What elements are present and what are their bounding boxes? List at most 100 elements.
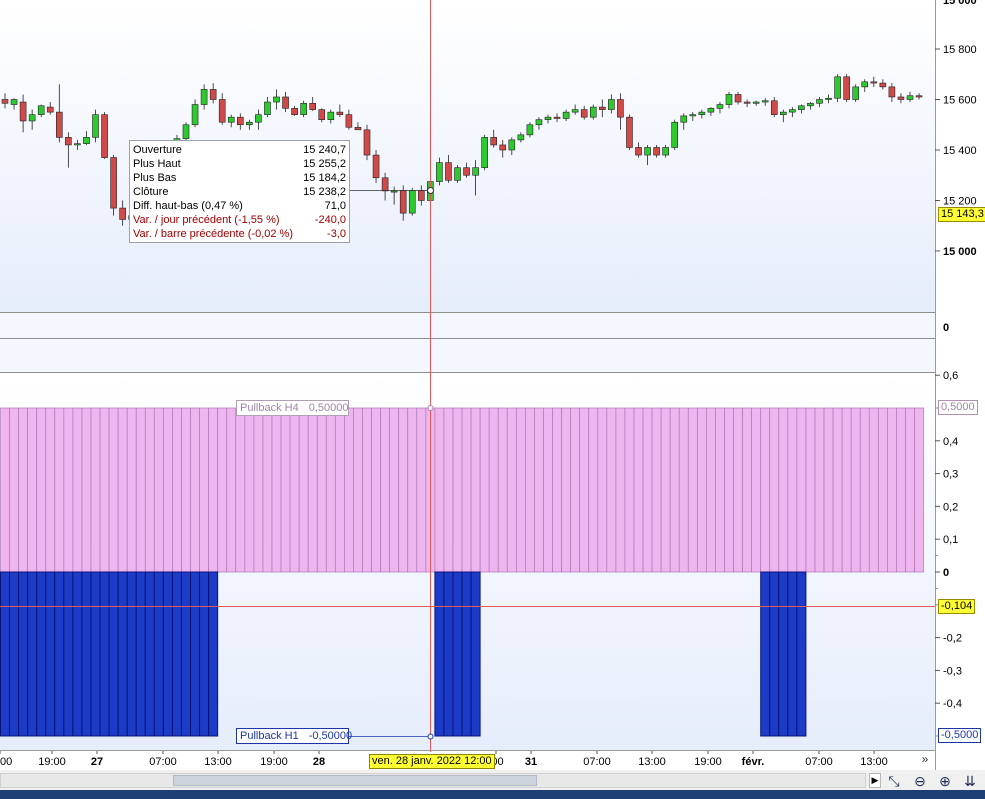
candle-body <box>74 143 81 146</box>
candle-body <box>182 124 190 139</box>
pullback-h4-bar <box>398 407 409 573</box>
pullback-h4-bar <box>108 407 119 573</box>
pullback-h4-bar <box>651 407 662 573</box>
candle-body <box>83 137 90 144</box>
pullback-h4-bar <box>715 407 725 573</box>
pullback-h4-bar <box>832 407 843 573</box>
scroll-to-end-icon[interactable]: ⇊ <box>960 772 980 790</box>
pullback-h4-bar <box>90 407 101 573</box>
horizontal-scrollbar[interactable] <box>0 773 866 788</box>
candle-body <box>626 116 633 148</box>
pullback-h4-bar <box>344 407 354 573</box>
pullback-h4-bar <box>45 407 56 573</box>
candle-body <box>680 115 688 123</box>
pullback-h1-bar <box>796 571 807 737</box>
pullback-h1-bar <box>769 571 780 737</box>
pullback-h4-bar <box>868 407 879 573</box>
candle-body <box>608 99 615 110</box>
pullback-h4-bar <box>380 407 390 573</box>
tooltip-row: Var. / barre précédente (-0,02 %) -3,0 <box>133 227 346 241</box>
h1-value-tag: -0,5000 <box>938 728 982 743</box>
price-tick-label: 15 800 <box>943 44 977 56</box>
pullback-h4-bar <box>208 407 218 573</box>
candle-body <box>408 190 416 214</box>
candle-body <box>816 99 823 104</box>
pullback-h4-bar <box>99 407 110 573</box>
candle-body <box>417 190 425 201</box>
pullback-h4-bar <box>742 407 752 573</box>
time-tick-label: 19:00 <box>38 756 66 768</box>
pullback-h4-bar <box>796 407 807 573</box>
pullback-h4-bar <box>452 407 463 573</box>
pullback-h4-bar <box>144 407 155 573</box>
tooltip-value: 15 240,7 <box>303 144 346 156</box>
indicator-tick-label: 0,3 <box>943 469 958 481</box>
candle-body <box>55 111 63 138</box>
pullback-h4-bar <box>226 407 237 573</box>
pullback-h1-bar <box>9 571 20 737</box>
candle-body <box>906 95 914 100</box>
candle-body <box>227 116 235 123</box>
pullback-h4-bar <box>434 407 445 573</box>
double-chevron-right-icon[interactable]: » <box>918 752 932 766</box>
tooltip-label: Diff. haut-bas (0,47 %) <box>133 200 243 212</box>
candle-body <box>237 116 244 126</box>
candle-body <box>644 147 651 156</box>
pullback-h4-bar <box>163 407 173 573</box>
trading-chart[interactable]: 15 800 15 600 15 400 15 200 15 000 15 000 0 0,… <box>0 0 985 799</box>
pullback-h4-bar <box>696 407 707 573</box>
pullback-h4-bar <box>371 407 381 573</box>
pullback-h4-bar <box>877 407 888 573</box>
candle-body <box>445 162 452 181</box>
pullback-h4-bar <box>905 407 915 573</box>
scroll-right-arrow-icon[interactable]: ▶ <box>869 773 881 788</box>
pullback-h1-bar <box>461 571 472 737</box>
time-tick-label: 31 <box>525 756 537 768</box>
cursor-h1-marker <box>427 733 434 740</box>
pullback-h4-bar <box>199 407 209 573</box>
pullback-h1-bar <box>162 571 173 737</box>
candle-body <box>390 190 398 193</box>
candle-body <box>481 137 488 168</box>
pullback-h4-bar <box>217 407 228 573</box>
pullback-h4-bar <box>172 407 182 573</box>
ohlc-tooltip: Ouverture 15 240,7 Plus Haut 15 255,2 Plus B… <box>129 140 350 243</box>
pullback-h4-bar <box>706 407 716 573</box>
pullback-h4-bar <box>154 407 164 573</box>
pullback-h1-bar <box>72 571 83 737</box>
candle-body <box>589 106 597 118</box>
pullback-h1-bar <box>153 571 164 737</box>
time-tick-label: 07:00 <box>149 756 177 768</box>
candle-body <box>273 96 280 103</box>
zoom-in-icon[interactable]: ⊕ <box>935 772 955 790</box>
pullback-h1-bar <box>135 571 146 737</box>
pullback-h1-bar <box>54 571 65 737</box>
pullback-h4-bar <box>769 407 780 573</box>
time-tick-label: 28 <box>313 756 325 768</box>
tooltip-value: -240,0 <box>314 214 346 226</box>
pullback-h4-bar <box>36 407 47 573</box>
pullback-h4-bar <box>443 407 454 573</box>
scrollbar-thumb[interactable] <box>173 775 537 786</box>
time-tick-label: 13:00 <box>860 756 888 768</box>
candle-body <box>318 109 326 120</box>
tooltip-label: Clôture <box>133 186 169 198</box>
candle-body <box>807 102 814 107</box>
pullback-h4-value: 0,50000 <box>308 402 349 414</box>
candle-body <box>363 129 371 156</box>
candle-body <box>65 137 72 146</box>
candle-body <box>255 114 262 123</box>
tooltip-value: -3,0 <box>327 228 346 240</box>
pullback-h4-bar <box>859 407 870 573</box>
pullback-h4-bar <box>814 407 825 573</box>
zoom-fit-icon[interactable]: ⤡ <box>884 772 904 790</box>
candle-body <box>200 89 208 105</box>
tooltip-value: 71,0 <box>324 200 346 212</box>
tooltip-row: Plus Bas 15 184,2 <box>133 171 346 185</box>
zoom-out-icon[interactable]: ⊖ <box>910 772 930 790</box>
candle-body <box>535 119 543 126</box>
pullback-h4-bar <box>289 407 300 573</box>
candle-body <box>381 177 389 192</box>
pullback-h4-bar <box>280 407 291 573</box>
candle-body <box>770 100 778 115</box>
